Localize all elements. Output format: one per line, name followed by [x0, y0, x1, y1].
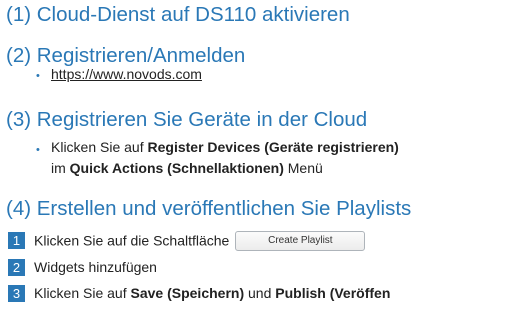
instruction-text: Klicken Sie auf [51, 139, 148, 155]
publish-label: Publish (Veröffen [275, 285, 391, 301]
step-1-text-row: Klicken Sie auf die Schaltfläche Create P… [34, 231, 366, 252]
instruction-text: Menü [283, 160, 323, 176]
step-2-text: Widgets hinzufügen [34, 259, 157, 275]
register-devices-label: Register Devices (Geräte registrieren) [147, 139, 399, 155]
step-1-text: Klicken Sie auf die Schaltfläche [34, 232, 230, 249]
step-1-badge: 1 [8, 232, 25, 249]
section-3-heading: (3) Registrieren Sie Geräte in der Cloud [6, 108, 368, 131]
bullet-icon: • [36, 70, 40, 82]
save-label: Save (Speichern) [130, 285, 245, 301]
novods-link[interactable]: https://www.novods.com [51, 66, 202, 82]
quick-actions-instruction: im Quick Actions (Schnellaktionen) Menü [51, 160, 323, 176]
instruction-text: und [244, 285, 276, 301]
section-4-heading: (4) Erstellen und veröffentlichen Sie Pl… [6, 197, 412, 220]
create-playlist-button[interactable]: Create Playlist [235, 231, 366, 251]
section-1-heading: (1) Cloud-Dienst auf DS110 aktivieren [6, 3, 350, 26]
bullet-icon: • [36, 144, 40, 156]
section-2-heading: (2) Registrieren/Anmelden [6, 44, 246, 67]
register-devices-instruction: Klicken Sie auf Register Devices (Geräte… [51, 139, 399, 155]
step-3-badge: 3 [8, 285, 25, 302]
step-2-badge: 2 [8, 259, 25, 276]
instruction-text: Klicken Sie auf [34, 285, 131, 301]
instruction-text: im [51, 160, 70, 176]
step-3-text: Klicken Sie auf Save (Speichern) und Pub… [34, 285, 390, 301]
quick-actions-label: Quick Actions (Schnellaktionen) [69, 160, 284, 176]
